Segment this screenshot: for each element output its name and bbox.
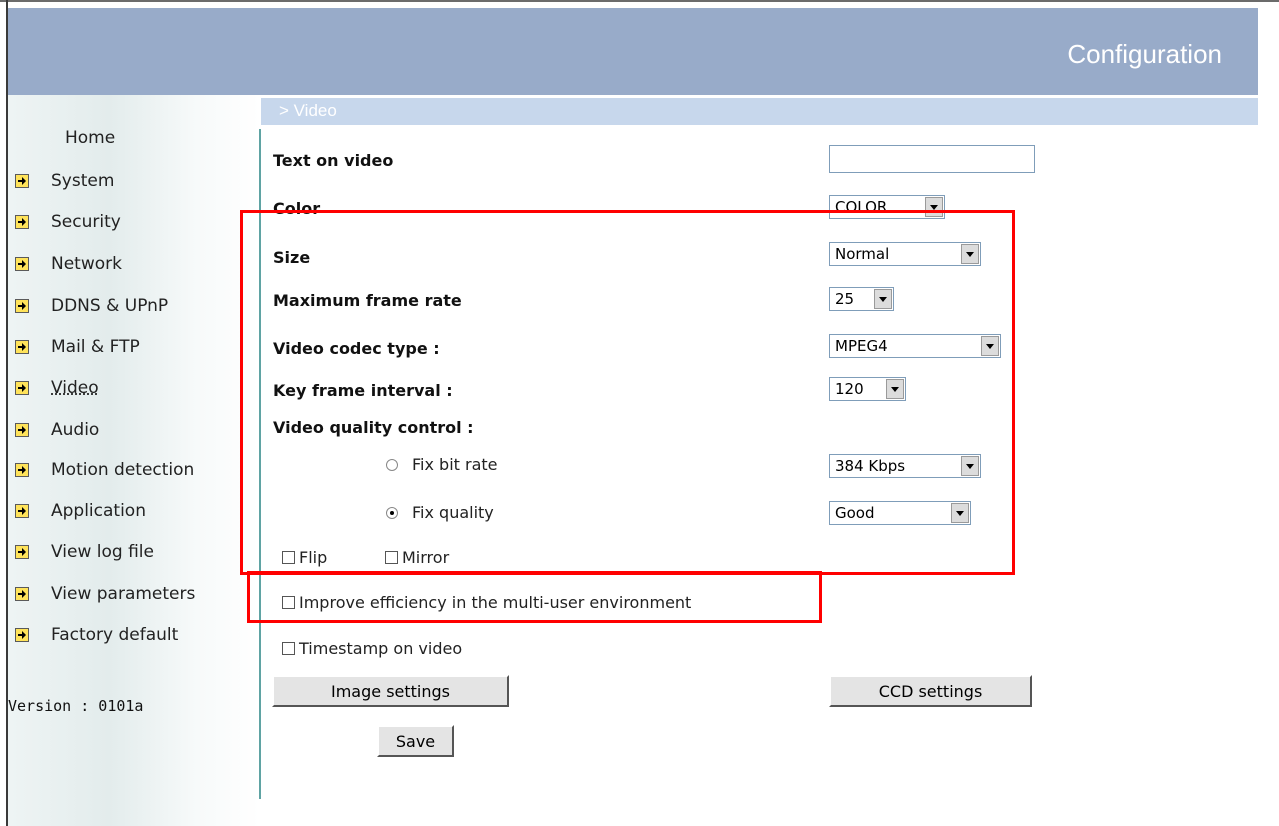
sidebar-item-view-parameters[interactable]: View parameters	[15, 583, 195, 605]
chevron-down-icon[interactable]	[981, 336, 999, 356]
arrow-right-icon	[15, 628, 29, 642]
size-select-value: Normal	[835, 245, 890, 263]
sidebar-item-system[interactable]: System	[15, 170, 114, 192]
sidebar-item-security[interactable]: Security	[15, 211, 121, 233]
codec-select-value: MPEG4	[835, 337, 888, 355]
fix-quality-radio[interactable]	[386, 506, 398, 519]
sidebar-item-home[interactable]: Home	[65, 128, 115, 148]
fix-quality-label: Fix quality	[412, 503, 494, 522]
improve-efficiency-checkbox[interactable]	[282, 596, 295, 609]
codec-label: Video codec type :	[273, 339, 440, 358]
sidebar-item-video[interactable]: Video	[15, 377, 99, 399]
sidebar-item-network[interactable]: Network	[15, 253, 122, 275]
sidebar-divider	[259, 129, 261, 799]
arrow-right-icon	[15, 215, 29, 229]
arrow-right-icon	[15, 587, 29, 601]
flip-label: Flip	[299, 548, 328, 567]
chevron-down-icon[interactable]	[961, 244, 979, 264]
fix-bit-rate-label: Fix bit rate	[412, 455, 498, 474]
section-title: > Video	[279, 101, 337, 120]
chevron-down-icon[interactable]	[925, 197, 943, 217]
chevron-down-icon[interactable]	[961, 456, 979, 476]
max-frame-rate-value: 25	[835, 290, 855, 308]
arrow-right-icon	[15, 257, 29, 271]
sidebar-item-label: Mail & FTP	[51, 337, 140, 357]
bit-rate-value: 384 Kbps	[835, 457, 906, 475]
key-frame-label: Key frame interval :	[273, 381, 453, 400]
sidebar-item-label: Application	[51, 501, 146, 521]
sidebar-item-factory-default[interactable]: Factory default	[15, 624, 178, 646]
text-on-video-input[interactable]	[829, 145, 1035, 173]
arrow-right-icon	[15, 299, 29, 313]
sidebar-item-label: Audio	[51, 420, 100, 440]
fix-bit-rate-radio[interactable]	[386, 458, 398, 471]
chevron-down-icon[interactable]	[951, 503, 969, 523]
color-label: Color	[273, 199, 321, 218]
improve-efficiency-option[interactable]: Improve efficiency in the multi-user env…	[282, 593, 691, 612]
chevron-down-icon[interactable]	[874, 289, 892, 309]
sidebar-item-mail-ftp[interactable]: Mail & FTP	[15, 336, 140, 358]
fix-quality-option[interactable]: Fix quality	[386, 503, 494, 522]
sidebar-item-label: Network	[51, 254, 122, 274]
save-button[interactable]: Save	[377, 725, 454, 757]
quality-select[interactable]: Good	[829, 501, 971, 525]
arrow-right-icon	[15, 463, 29, 477]
sidebar-item-label: DDNS & UPnP	[51, 296, 169, 316]
page-title: Configuration	[1067, 39, 1222, 69]
image-settings-button[interactable]: Image settings	[272, 675, 509, 707]
sidebar-item-label: View parameters	[51, 584, 196, 604]
timestamp-checkbox[interactable]	[282, 642, 295, 655]
quality-control-label: Video quality control :	[273, 418, 474, 437]
sidebar-item-label: Motion detection	[51, 460, 195, 480]
fix-bit-rate-option[interactable]: Fix bit rate	[386, 455, 498, 474]
arrow-right-icon	[15, 381, 29, 395]
flip-checkbox[interactable]	[282, 551, 295, 564]
arrow-right-icon	[15, 504, 29, 518]
color-select-value: COLOR	[835, 198, 888, 216]
improve-efficiency-label: Improve efficiency in the multi-user env…	[299, 593, 692, 612]
version-label: Version : 0101a	[8, 697, 144, 715]
codec-select[interactable]: MPEG4	[829, 334, 1001, 358]
timestamp-option[interactable]: Timestamp on video	[282, 639, 462, 658]
mirror-option[interactable]: Mirror	[385, 548, 449, 567]
mirror-label: Mirror	[402, 548, 450, 567]
sidebar-item-view-log-file[interactable]: View log file	[15, 541, 154, 563]
max-frame-rate-label: Maximum frame rate	[273, 291, 462, 310]
ccd-settings-button[interactable]: CCD settings	[829, 675, 1032, 707]
header-bar: Configuration	[8, 8, 1258, 95]
section-header: > Video	[261, 98, 1258, 125]
flip-option[interactable]: Flip	[282, 548, 327, 567]
sidebar-item-label: Video	[51, 378, 99, 398]
bit-rate-select[interactable]: 384 Kbps	[829, 454, 981, 478]
size-select[interactable]: Normal	[829, 242, 981, 266]
color-select[interactable]: COLOR	[829, 195, 945, 219]
text-on-video-label: Text on video	[273, 151, 394, 170]
sidebar-item-ddns-upnp[interactable]: DDNS & UPnP	[15, 295, 168, 317]
sidebar-item-audio[interactable]: Audio	[15, 419, 99, 441]
size-label: Size	[273, 248, 311, 267]
sidebar-item-application[interactable]: Application	[15, 500, 146, 522]
arrow-right-icon	[15, 423, 29, 437]
sidebar-item-label: Security	[51, 212, 121, 232]
sidebar-item-label: Factory default	[51, 625, 179, 645]
arrow-right-icon	[15, 174, 29, 188]
window-top-border	[0, 0, 1279, 2]
arrow-right-icon	[15, 340, 29, 354]
max-frame-rate-select[interactable]: 25	[829, 287, 894, 311]
chevron-down-icon[interactable]	[886, 379, 904, 399]
timestamp-label: Timestamp on video	[299, 639, 463, 658]
sidebar-item-label: System	[51, 171, 115, 191]
arrow-right-icon	[15, 545, 29, 559]
sidebar-item-label: View log file	[51, 542, 154, 562]
mirror-checkbox[interactable]	[385, 551, 398, 564]
sidebar-item-motion-detection[interactable]: Motion detection	[15, 459, 194, 481]
quality-value: Good	[835, 504, 875, 522]
key-frame-value: 120	[835, 380, 864, 398]
key-frame-select[interactable]: 120	[829, 377, 906, 401]
